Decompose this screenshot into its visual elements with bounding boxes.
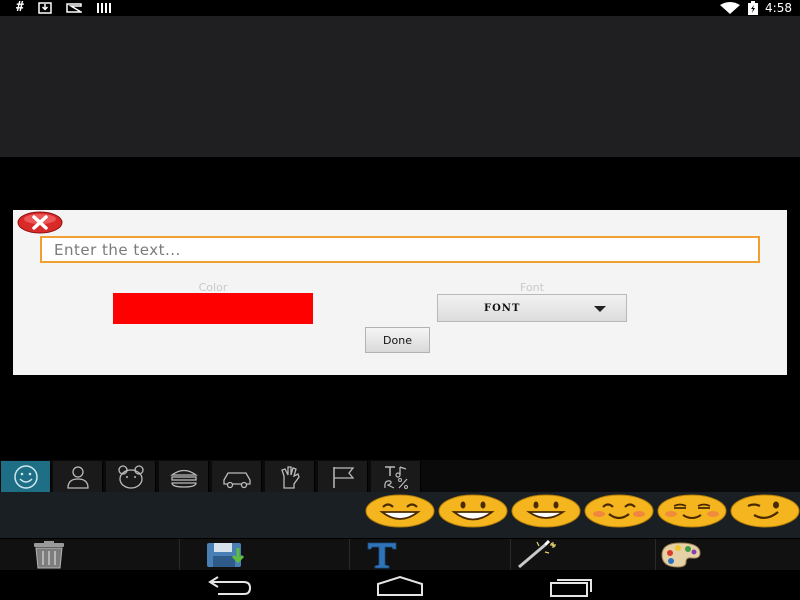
tab-smileys[interactable]: [1, 461, 51, 492]
save-icon[interactable]: [204, 540, 250, 569]
tab-flags[interactable]: [318, 461, 368, 492]
smiley-icon: [14, 465, 38, 489]
font-label: Font: [520, 281, 544, 294]
text-icon[interactable]: [362, 540, 408, 569]
toolbar-divider: [510, 539, 511, 570]
text-symbols-icon: [384, 466, 408, 489]
palette-icon[interactable]: [658, 540, 704, 569]
tab-animals[interactable]: [106, 461, 156, 492]
color-picker-swatch[interactable]: [113, 293, 313, 324]
animal-icon: [118, 465, 144, 489]
font-dropdown-value: FONT: [484, 303, 521, 314]
smile-emoji[interactable]: [511, 494, 581, 528]
close-icon[interactable]: [17, 211, 63, 234]
battery-icon: [748, 1, 759, 15]
clock: 4:58: [765, 1, 792, 15]
wifi-icon: [720, 2, 741, 14]
toolbar-divider: [179, 539, 180, 570]
wink-emoji[interactable]: [730, 494, 800, 528]
tab-food[interactable]: [159, 461, 209, 492]
food-icon: [170, 469, 198, 488]
tab-people[interactable]: [53, 461, 103, 492]
tab-gestures[interactable]: [265, 461, 315, 492]
tab-symbols[interactable]: [371, 461, 421, 492]
toolbar-divider: [655, 539, 656, 570]
chevron-down-icon: [594, 306, 606, 312]
font-dropdown[interactable]: FONT: [437, 294, 627, 322]
home-icon[interactable]: [375, 575, 425, 597]
vehicle-icon: [223, 472, 251, 489]
blush-emoji[interactable]: [584, 494, 654, 528]
big-smile-emoji[interactable]: [438, 494, 508, 528]
magic-wand-icon[interactable]: [515, 540, 561, 569]
grinning-emoji[interactable]: [365, 494, 435, 528]
person-icon: [67, 466, 89, 489]
tab-vehicles[interactable]: [212, 461, 262, 492]
back-icon[interactable]: [204, 575, 254, 597]
canvas-area[interactable]: [0, 16, 800, 157]
status-bar: # 4:58: [0, 0, 800, 16]
trash-icon[interactable]: [26, 540, 72, 569]
download-icon: [38, 2, 52, 14]
flag-icon: [333, 467, 355, 488]
toolbar-divider: [349, 539, 350, 570]
recent-apps-icon[interactable]: [546, 575, 596, 597]
barcode-icon: [96, 3, 111, 13]
hand-icon: [281, 466, 300, 489]
content-emoji[interactable]: [657, 494, 727, 528]
hash-notification-icon: #: [16, 0, 24, 15]
play-store-icon: [66, 3, 82, 13]
done-button[interactable]: Done: [365, 327, 430, 353]
text-input[interactable]: [40, 236, 760, 263]
